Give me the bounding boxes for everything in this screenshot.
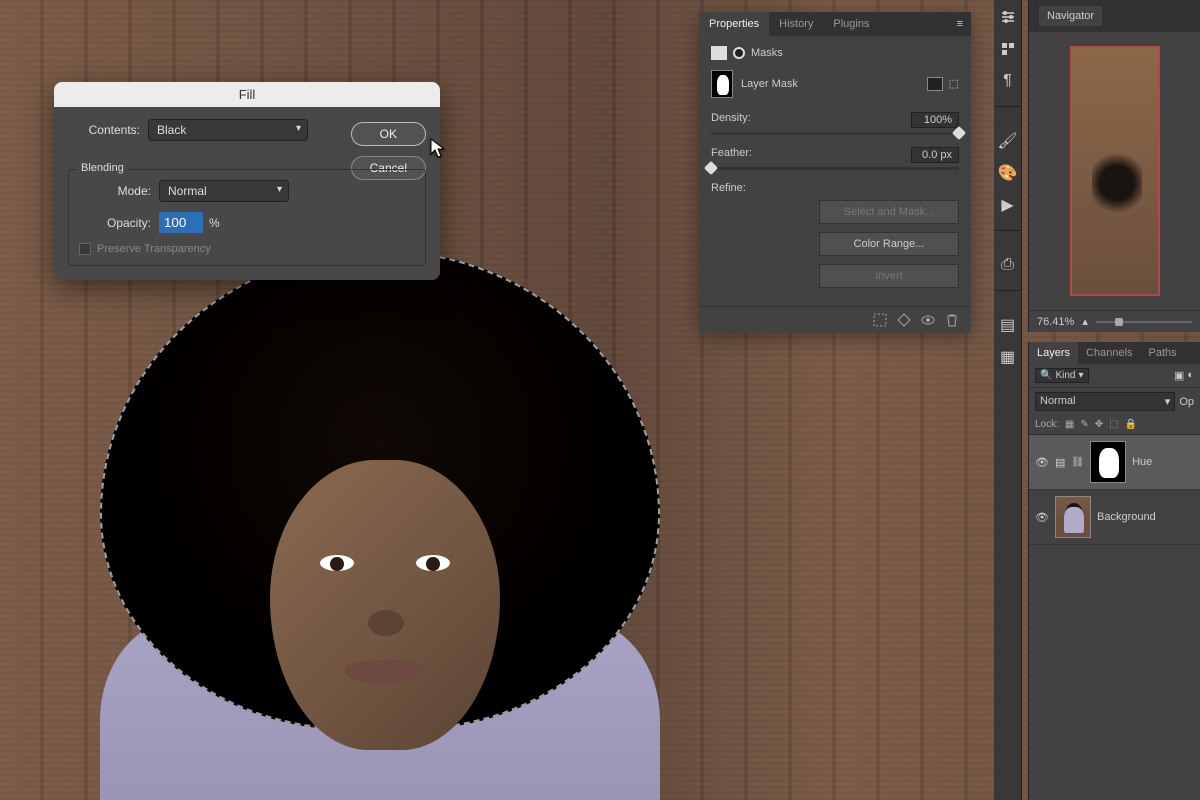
- mode-select[interactable]: Normal: [159, 180, 289, 202]
- layers-panel: Layers Channels Paths 🔍Kind▾ ▣ ◐ Normal▾…: [1028, 342, 1200, 800]
- link-icon[interactable]: ⛓: [1071, 457, 1084, 468]
- properties-tabs: Properties History Plugins ≡: [699, 12, 971, 36]
- navigator-preview[interactable]: [1070, 46, 1160, 296]
- layer-name[interactable]: Background: [1097, 511, 1156, 523]
- mask-unlink-icon[interactable]: ⬚: [949, 77, 959, 91]
- tab-layers[interactable]: Layers: [1029, 342, 1078, 364]
- lock-brush-icon[interactable]: ✎: [1080, 419, 1088, 430]
- density-value[interactable]: 100%: [911, 112, 959, 128]
- layer-mask-thumb[interactable]: [711, 70, 733, 98]
- preserve-transparency-label: Preserve Transparency: [97, 243, 211, 255]
- navigator-panel: Navigator 76.41% ▴: [1028, 0, 1200, 332]
- vector-mask-icon[interactable]: [733, 47, 745, 59]
- layer-item-hue[interactable]: 👁 ▤ ⛓ Hue: [1029, 435, 1200, 490]
- right-dock: ¶ 🖌 🎨 ▶ ⎙ ▤ ▦: [994, 0, 1022, 800]
- nose: [368, 610, 404, 636]
- density-slider[interactable]: [711, 132, 959, 135]
- channels-dock-icon[interactable]: ▦: [999, 348, 1017, 366]
- layers-opacity-label: Op: [1179, 396, 1194, 408]
- filter-adjust-icon[interactable]: ◐: [1187, 369, 1194, 382]
- zoom-slider[interactable]: [1096, 321, 1192, 323]
- fill-dialog-title: Fill: [54, 82, 440, 107]
- tab-navigator[interactable]: Navigator: [1039, 6, 1102, 26]
- trash-icon[interactable]: [945, 313, 959, 327]
- actions-icon[interactable]: ▶: [999, 196, 1017, 214]
- tab-properties[interactable]: Properties: [699, 12, 769, 36]
- mask-view-icon[interactable]: [927, 77, 943, 91]
- select-and-mask-button[interactable]: Select and Mask...: [819, 200, 959, 224]
- contents-select[interactable]: Black: [148, 119, 308, 141]
- panel-menu-icon[interactable]: ≡: [949, 12, 971, 36]
- lock-pixels-icon[interactable]: ▦: [1065, 419, 1074, 430]
- eye-left: [320, 555, 354, 571]
- adjustments-icon[interactable]: [999, 8, 1017, 26]
- preserve-transparency-checkbox[interactable]: [79, 243, 91, 255]
- subject-face: [270, 460, 500, 750]
- opacity-unit: %: [209, 216, 220, 230]
- tab-paths[interactable]: Paths: [1141, 342, 1185, 364]
- layer-mask-label: Layer Mask: [741, 78, 798, 90]
- visibility-icon[interactable]: [921, 313, 935, 327]
- layer-mask-thumbnail[interactable]: [1090, 441, 1126, 483]
- tab-channels[interactable]: Channels: [1078, 342, 1140, 364]
- lock-position-icon[interactable]: ✥: [1095, 419, 1103, 430]
- clone-icon[interactable]: ⎙: [999, 256, 1017, 274]
- zoom-out-icon[interactable]: ▴: [1082, 315, 1088, 328]
- load-selection-icon[interactable]: [873, 313, 887, 327]
- color-range-button[interactable]: Color Range...: [819, 232, 959, 256]
- layer-filter-kind[interactable]: 🔍Kind▾: [1035, 368, 1089, 383]
- apply-mask-icon[interactable]: [897, 313, 911, 327]
- blending-legend: Blending: [77, 162, 128, 174]
- contents-label: Contents:: [68, 123, 148, 137]
- adjustment-layer-icon[interactable]: ▤: [1055, 456, 1065, 469]
- pixel-mask-icon[interactable]: [711, 46, 727, 60]
- libraries-icon[interactable]: [999, 40, 1017, 58]
- layer-item-background[interactable]: 👁 Background: [1029, 490, 1200, 545]
- refine-label: Refine:: [711, 182, 959, 194]
- opacity-input[interactable]: [159, 212, 203, 233]
- fill-dialog: Fill Contents: Black OK Cancel Blending …: [54, 82, 440, 280]
- properties-panel: Properties History Plugins ≡ Masks Layer…: [699, 12, 971, 333]
- character-icon[interactable]: ¶: [999, 72, 1017, 90]
- navigator-tab-bar: Navigator: [1029, 0, 1200, 32]
- mode-label: Mode:: [79, 184, 159, 198]
- blend-mode-select[interactable]: Normal▾: [1035, 392, 1175, 411]
- mouth: [345, 660, 425, 684]
- zoom-value[interactable]: 76.41%: [1037, 316, 1074, 328]
- lock-all-icon[interactable]: 🔒: [1125, 419, 1137, 430]
- visibility-toggle-icon[interactable]: 👁: [1035, 511, 1049, 524]
- ok-button[interactable]: OK: [351, 122, 426, 146]
- opacity-label: Opacity:: [79, 216, 159, 230]
- layer-thumbnail[interactable]: [1055, 496, 1091, 538]
- feather-value[interactable]: 0.0 px: [911, 147, 959, 163]
- layer-name[interactable]: Hue: [1132, 456, 1152, 468]
- tab-history[interactable]: History: [769, 12, 823, 36]
- brush-icon[interactable]: 🖌: [999, 132, 1017, 150]
- tab-plugins[interactable]: Plugins: [823, 12, 879, 36]
- cursor-icon: [430, 138, 446, 160]
- invert-button[interactable]: Invert: [819, 264, 959, 288]
- density-label: Density:: [711, 112, 751, 128]
- masks-label: Masks: [751, 47, 783, 59]
- eye-right: [416, 555, 450, 571]
- layers-dock-icon[interactable]: ▤: [999, 316, 1017, 334]
- lock-label: Lock:: [1035, 419, 1059, 430]
- feather-slider[interactable]: [711, 167, 959, 170]
- visibility-toggle-icon[interactable]: 👁: [1035, 456, 1049, 469]
- lock-artboard-icon[interactable]: ⬚: [1109, 419, 1118, 430]
- feather-label: Feather:: [711, 147, 752, 163]
- swatches-icon[interactable]: 🎨: [999, 164, 1017, 182]
- filter-image-icon[interactable]: ▣: [1174, 369, 1184, 382]
